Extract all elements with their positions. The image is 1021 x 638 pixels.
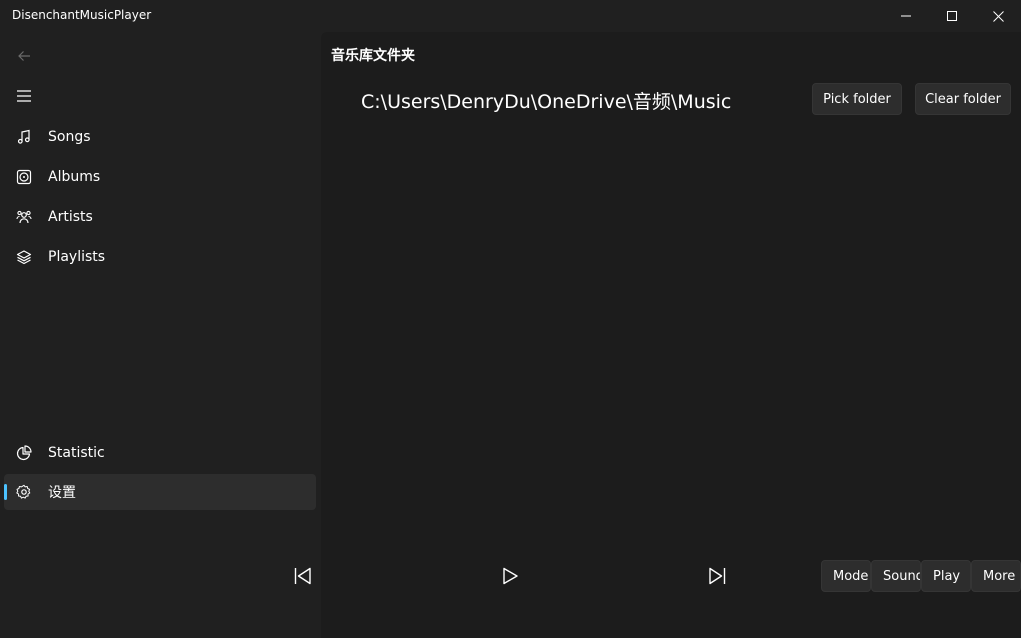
more-button[interactable]: More xyxy=(971,560,1021,592)
next-icon xyxy=(709,567,726,585)
play-icon xyxy=(503,567,518,585)
folder-path: C:\Users\DenryDu\OneDrive\音频\Music xyxy=(361,91,732,113)
sidebar-item-settings[interactable]: 设置 xyxy=(4,474,316,510)
music-note-icon xyxy=(4,119,44,155)
navigation-pane: Songs Albums Artists Playlists Statistic… xyxy=(0,32,321,638)
sidebar-item-statistic[interactable]: Statistic xyxy=(4,435,316,471)
previous-icon xyxy=(294,567,311,585)
maximize-icon xyxy=(947,11,957,21)
clear-folder-button[interactable]: Clear folder xyxy=(915,83,1011,115)
sidebar-item-label: Statistic xyxy=(48,445,105,461)
sidebar-item-artists[interactable]: Artists xyxy=(4,199,316,235)
maximize-button[interactable] xyxy=(929,0,975,32)
close-icon xyxy=(992,10,1004,22)
back-button[interactable] xyxy=(4,38,44,74)
layers-icon xyxy=(4,239,44,275)
sidebar-item-songs[interactable]: Songs xyxy=(4,119,316,155)
sound-button[interactable]: Sound xyxy=(871,560,921,592)
minimize-icon xyxy=(901,15,911,17)
mode-button[interactable]: Mode xyxy=(821,560,871,592)
title-bar: DisenchantMusicPlayer xyxy=(0,0,1021,32)
minimize-button[interactable] xyxy=(883,0,929,32)
hamburger-icon xyxy=(17,90,31,102)
play-button[interactable] xyxy=(490,556,530,596)
previous-button[interactable] xyxy=(283,556,323,596)
sidebar-item-label: Songs xyxy=(48,129,91,145)
sidebar-item-label: 设置 xyxy=(48,485,76,501)
sidebar-item-label: Albums xyxy=(48,169,101,185)
next-button[interactable] xyxy=(697,556,737,596)
play-mode-button[interactable]: Play xyxy=(921,560,971,592)
artist-icon xyxy=(4,199,44,235)
selection-indicator xyxy=(4,484,7,500)
pick-folder-button[interactable]: Pick folder xyxy=(812,83,902,115)
back-arrow-icon xyxy=(18,51,30,61)
sidebar-item-label: Artists xyxy=(48,209,93,225)
album-icon xyxy=(4,159,44,195)
settings-page: 音乐库文件夹 C:\Users\DenryDu\OneDrive\音频\Musi… xyxy=(321,32,1021,638)
sidebar-item-albums[interactable]: Albums xyxy=(4,159,316,195)
sidebar-item-playlists[interactable]: Playlists xyxy=(4,239,316,275)
section-title: 音乐库文件夹 xyxy=(331,48,415,64)
menu-toggle-button[interactable] xyxy=(4,78,44,114)
close-button[interactable] xyxy=(975,0,1021,32)
gear-icon xyxy=(4,474,44,510)
app-title: DisenchantMusicPlayer xyxy=(12,8,152,22)
pie-chart-icon xyxy=(4,435,44,471)
sidebar-item-label: Playlists xyxy=(48,249,106,265)
